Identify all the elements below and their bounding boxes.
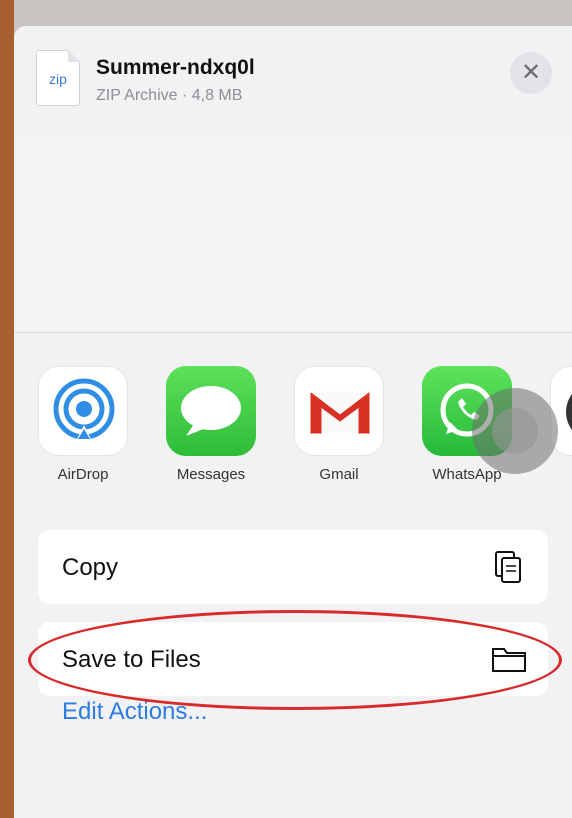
app-label: Te	[540, 466, 572, 483]
close-button[interactable]: ✕	[510, 52, 552, 94]
app-airdrop[interactable]: AirDrop	[28, 366, 138, 483]
app-label: Gmail	[319, 466, 359, 483]
close-icon: ✕	[520, 59, 542, 86]
edit-actions-link[interactable]: Edit Actions...	[62, 698, 207, 726]
file-name: Summer-ndxq0l	[96, 56, 255, 79]
file-meta: ZIP Archive · 4,8 MB	[96, 87, 243, 104]
app-messages[interactable]: Messages	[156, 366, 266, 483]
touch-indicator	[472, 388, 558, 474]
share-preview-area	[14, 136, 572, 333]
airdrop-icon	[38, 366, 128, 456]
messages-icon	[166, 366, 256, 456]
folder-icon	[490, 640, 528, 678]
save-to-files-label: Save to Files	[62, 646, 201, 673]
file-type-text: zip	[49, 71, 67, 87]
app-label: Messages	[176, 466, 246, 483]
share-header: zip Summer-ndxq0l ZIP Archive · 4,8 MB ✕	[14, 26, 572, 137]
gmail-icon	[294, 366, 384, 456]
save-to-files-action[interactable]: Save to Files	[38, 622, 548, 696]
copy-icon	[490, 548, 528, 586]
app-gmail[interactable]: Gmail	[284, 366, 394, 483]
copy-label: Copy	[62, 554, 119, 581]
copy-action[interactable]: Copy	[38, 530, 548, 604]
app-label: AirDrop	[57, 466, 109, 483]
zip-file-icon: zip	[36, 50, 80, 106]
